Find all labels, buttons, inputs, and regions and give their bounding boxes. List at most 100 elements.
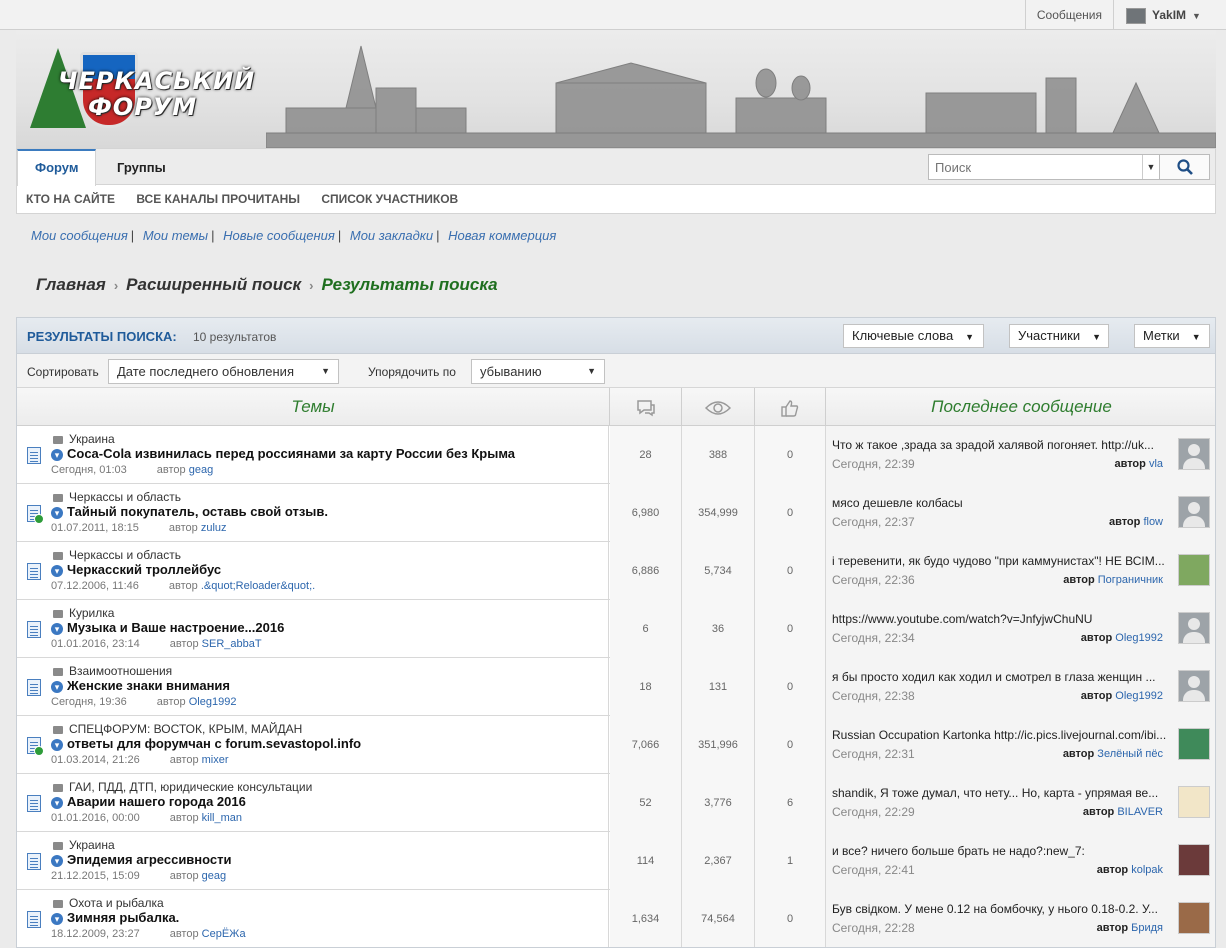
avatar[interactable]	[1178, 902, 1210, 934]
last-post-excerpt[interactable]: и все? ничего больше брать не надо?:new_…	[832, 844, 1172, 858]
thread-author-link[interactable]: СерЁЖа	[202, 928, 246, 940]
thread-title[interactable]: ▾ Аварии нашего города 2016	[51, 794, 246, 809]
last-post-excerpt[interactable]: я бы просто ходил как ходил и смотрел в …	[832, 670, 1172, 684]
go-to-first-unread-icon[interactable]: ▾	[51, 623, 63, 635]
thread-author-link[interactable]: kill_man	[202, 812, 242, 824]
thread-author-link[interactable]: .&quot;Reloader&quot;.	[201, 580, 315, 592]
forum-name[interactable]: ГАИ, ПДД, ДТП, юридические консультации	[53, 780, 312, 794]
my-posts-link[interactable]: Мои сообщения	[31, 228, 128, 243]
avatar[interactable]	[1178, 786, 1210, 818]
avatar[interactable]	[1178, 670, 1210, 702]
last-post-author-link[interactable]: Бридя	[1131, 922, 1163, 934]
thread-author-link[interactable]: zuluz	[201, 522, 227, 534]
thread-author-link[interactable]: Oleg1992	[189, 696, 237, 708]
thread-title[interactable]: ▾ Музыка и Ваше настроение...2016	[51, 620, 284, 635]
forum-name[interactable]: Черкассы и область	[53, 548, 181, 562]
thread-title[interactable]: ▾ Женские знаки внимания	[51, 678, 230, 693]
search-options-dropdown[interactable]: ▼	[1142, 155, 1159, 179]
go-to-first-unread-icon[interactable]: ▾	[51, 797, 63, 809]
forum-name[interactable]: Украина	[53, 432, 115, 446]
last-post-author-link[interactable]: flow	[1143, 516, 1163, 528]
forum-name[interactable]: Украина	[53, 838, 115, 852]
order-select[interactable]: убыванию ▼	[471, 359, 605, 384]
last-post-excerpt[interactable]: https://www.youtube.com/watch?v=JnfyjwCh…	[832, 612, 1172, 626]
breadcrumb-home[interactable]: Главная	[36, 275, 106, 294]
keywords-filter-button[interactable]: Ключевые слова ▼	[843, 324, 984, 348]
avatar[interactable]	[1178, 844, 1210, 876]
thread-title[interactable]: ▾ Зимняя рыбалка.	[51, 910, 179, 925]
thread-status-icon	[27, 621, 41, 638]
topic-cell: Черкассы и область ▾ Тайный покупатель, ос…	[17, 484, 609, 542]
new-commerce-link[interactable]: Новая коммерция	[448, 228, 556, 243]
likes-column-header[interactable]	[755, 388, 826, 426]
last-post-excerpt[interactable]: мясо дешевле колбасы	[832, 496, 1172, 510]
avatar[interactable]	[1178, 554, 1210, 586]
thread-author-link[interactable]: geag	[202, 870, 226, 882]
my-bookmarks-link[interactable]: Мои закладки	[350, 228, 433, 243]
tab-groups[interactable]: Группы	[100, 149, 183, 185]
member-list-link[interactable]: Список участников	[321, 185, 458, 214]
views-column-header[interactable]	[682, 388, 755, 426]
go-to-first-unread-icon[interactable]: ▾	[51, 449, 63, 461]
go-to-first-unread-icon[interactable]: ▾	[51, 681, 63, 693]
thread-title[interactable]: ▾ Черкасский троллейбус	[51, 562, 221, 577]
go-to-first-unread-icon[interactable]: ▾	[51, 739, 63, 751]
go-to-first-unread-icon[interactable]: ▾	[51, 565, 63, 577]
last-post-author-link[interactable]: vla	[1149, 458, 1163, 470]
last-post-excerpt[interactable]: Russian Occupation Kartonka http://ic.pi…	[832, 728, 1172, 742]
last-post-author-link[interactable]: kolpak	[1131, 864, 1163, 876]
table-row: ГАИ, ПДД, ДТП, юридические консультации ▾…	[17, 774, 1215, 832]
replies-count: 52	[610, 774, 682, 832]
last-post-author-link[interactable]: Пограничник	[1098, 574, 1163, 586]
thread-meta: 01.03.2014, 21:26 автор mixer	[51, 754, 229, 766]
replies-column-header[interactable]	[610, 388, 682, 426]
chevron-down-icon: ▼	[1192, 11, 1201, 21]
forum-name[interactable]: Охота и рыбалка	[53, 896, 164, 910]
last-post-author-link[interactable]: Oleg1992	[1115, 690, 1163, 702]
members-filter-button[interactable]: Участники ▼	[1009, 324, 1109, 348]
topic-cell: Взаимоотношения ▾ Женские знаки внимания Се…	[17, 658, 609, 716]
search-input[interactable]	[928, 154, 1160, 180]
last-post-author-link[interactable]: Oleg1992	[1115, 632, 1163, 644]
last-post-excerpt[interactable]: і теревенити, як будо чудово "при каммун…	[832, 554, 1172, 568]
forum-name[interactable]: Взаимоотношения	[53, 664, 172, 678]
thread-title[interactable]: ▾ Coca-Cola извинилась перед россиянами з…	[51, 446, 515, 461]
my-topics-link[interactable]: Мои темы	[143, 228, 208, 243]
thread-title[interactable]: ▾ Эпидемия агрессивности	[51, 852, 232, 867]
avatar[interactable]	[1178, 728, 1210, 760]
thread-author-link[interactable]: SER_abbaT	[202, 638, 262, 650]
go-to-first-unread-icon[interactable]: ▾	[51, 855, 63, 867]
avatar[interactable]	[1178, 612, 1210, 644]
go-to-first-unread-icon[interactable]: ▾	[51, 913, 63, 925]
last-post-excerpt[interactable]: shandik, Я тоже думал, что нету... Но, к…	[832, 786, 1172, 800]
who-online-link[interactable]: Кто на сайте	[26, 185, 115, 214]
last-post-author-link[interactable]: Зелёный пёс	[1097, 748, 1163, 760]
go-to-first-unread-icon[interactable]: ▾	[51, 507, 63, 519]
forum-name[interactable]: Черкассы и область	[53, 490, 181, 504]
site-logo[interactable]: ЧЕРКАСЬКИЙ ФОРУМ	[22, 38, 254, 138]
thread-title[interactable]: ▾ Тайный покупатель, оставь свой отзыв.	[51, 504, 328, 519]
search-button[interactable]	[1160, 154, 1210, 180]
thread-meta: 18.12.2009, 23:27 автор СерЁЖа	[51, 928, 246, 940]
chevron-right-icon: ›	[309, 278, 314, 293]
thread-author-link[interactable]: geag	[189, 464, 213, 476]
tab-forum[interactable]: Форум	[17, 149, 97, 186]
thread-title[interactable]: ▾ ответы для форумчан с forum.sevastopol.…	[51, 736, 361, 751]
breadcrumb-advanced-search[interactable]: Расширенный поиск	[126, 275, 301, 294]
avatar[interactable]	[1178, 496, 1210, 528]
user-menu[interactable]: YakIM ▼	[1114, 0, 1226, 30]
forum-name[interactable]: СПЕЦФОРУМ: ВОСТОК, КРЫМ, МАЙДАН	[53, 722, 302, 736]
mark-channels-read-link[interactable]: Все каналы прочитаны	[136, 185, 300, 214]
avatar[interactable]	[1178, 438, 1210, 470]
new-posts-link[interactable]: Новые сообщения	[223, 228, 335, 243]
sort-select[interactable]: Дате последнего обновления ▼	[108, 359, 339, 384]
topics-column-header[interactable]: Темы	[17, 388, 610, 426]
last-post-excerpt[interactable]: Что ж такое ,зрада за зрадой халявой пог…	[832, 438, 1172, 452]
forum-name[interactable]: Курилка	[53, 606, 114, 620]
last-post-author-link[interactable]: BILAVER	[1117, 806, 1163, 818]
messages-link[interactable]: Сообщения	[1024, 0, 1114, 30]
last-post-excerpt[interactable]: Був свідком. У мене 0.12 на бомбочку, у …	[832, 902, 1172, 916]
tags-filter-button[interactable]: Метки ▼	[1134, 324, 1210, 348]
last-post-column-header[interactable]: Последнее сообщение	[826, 388, 1215, 426]
thread-author-link[interactable]: mixer	[202, 754, 229, 766]
